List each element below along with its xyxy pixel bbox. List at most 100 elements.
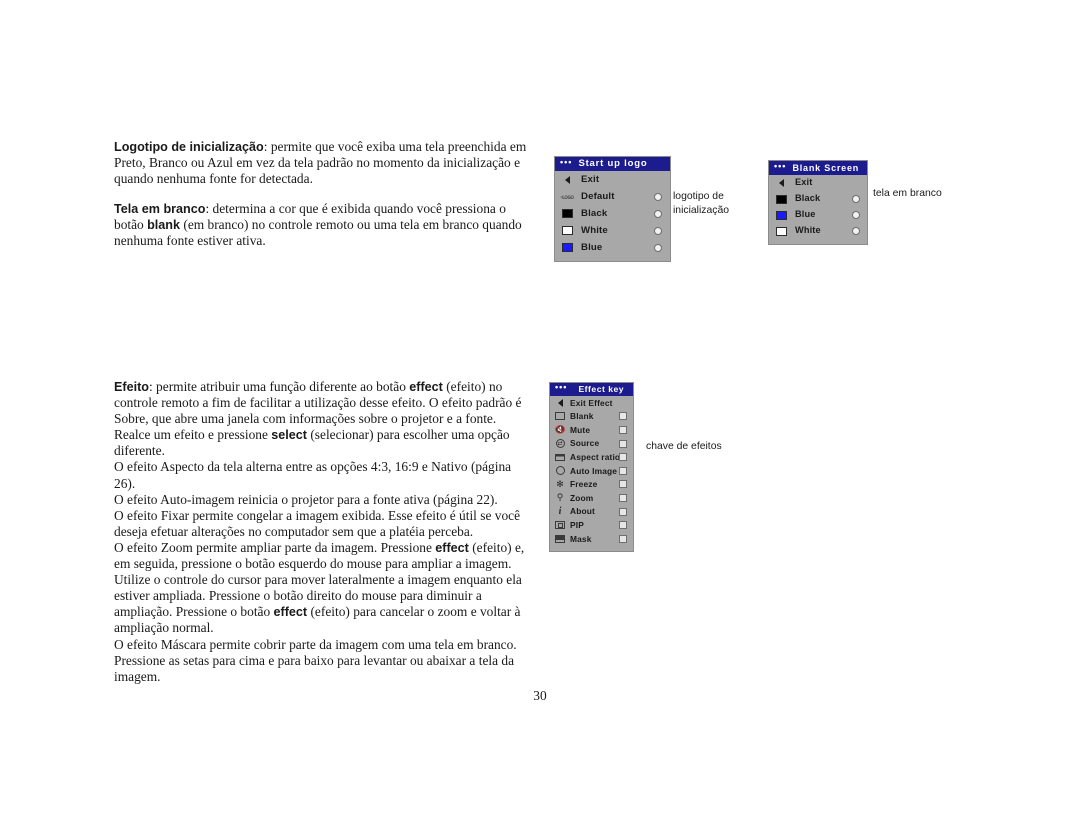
blue-swatch-icon [560,241,574,255]
osd-item-label: Mute [570,424,591,435]
osd-item-label: Black [581,207,608,219]
osd-title-bar-blank-screen: ••• Blank Screen [769,161,867,175]
menu-dots-icon: ••• [555,382,568,392]
mute-icon: 🔇 [554,424,566,434]
check-mask[interactable] [619,534,627,543]
osd-item-label: Auto Image [570,465,618,476]
back-arrow-icon [554,397,566,408]
effect-text-block: Efeito: permite atribuir uma função dife… [114,379,534,685]
paragraph-freeze: O efeito Fixar permite congelar a imagem… [114,507,521,539]
osd-panel-padding [555,256,670,261]
osd-menu-startup-logo[interactable]: ••• Start up logo Exit ▫ʟᴏɢᴏ Default Bla… [554,156,671,262]
osd-item-label: Blue [795,209,816,220]
osd-item-black[interactable]: Black [555,205,670,222]
paragraph-effect: Efeito: permite atribuir uma função dife… [114,379,534,459]
term-startup-logo: Logotipo de inicialização [114,140,264,154]
paragraph-aspect: O efeito Aspecto da tela alterna entre a… [114,459,512,491]
black-swatch-icon [560,207,574,221]
radio-white[interactable] [654,226,662,235]
check-about[interactable] [619,507,627,516]
osd-item-label: Blue [581,241,603,253]
radio-black[interactable] [852,195,860,203]
osd-item-label: Exit [795,177,813,188]
osd-panel-padding [769,239,867,244]
paragraph-effect-body: : permite atribuir uma função diferente … [114,379,522,459]
radio-blue[interactable] [852,211,860,219]
osd-item-white[interactable]: White [769,223,867,239]
osd-item-label: White [581,224,608,236]
logo-icon: ▫ʟᴏɢᴏ [560,194,574,201]
osd-item-pip[interactable]: PIP [550,518,633,532]
about-icon: i [558,505,562,517]
check-freeze[interactable] [619,480,627,489]
osd-item-black[interactable]: Black [769,191,867,207]
osd-item-label: Exit [581,173,600,185]
check-mute[interactable] [619,425,627,434]
osd-item-label: About [570,506,595,517]
osd-item-exit[interactable]: Exit [555,171,670,188]
osd-item-aspect-ratio[interactable]: Aspect ratio [550,450,633,464]
term-effect: Efeito [114,380,149,394]
white-swatch-icon [560,224,574,238]
osd-menu-blank-screen[interactable]: ••• Blank Screen Exit Black Blue White [768,160,868,245]
auto-image-icon [554,465,566,476]
osd-item-label: Aspect ratio [570,451,621,462]
osd-item-label: Source [570,438,600,449]
check-pip[interactable] [619,521,627,530]
osd-item-label: Mask [570,533,592,544]
osd-title-bar-effect-key: ••• Effect key [550,383,633,396]
osd-title-text: Start up logo [578,158,648,170]
osd-item-label: White [795,225,821,236]
source-icon: ⇄ [555,439,565,449]
osd-item-blank[interactable]: Blank [550,410,633,424]
osd-item-label: PIP [570,519,584,530]
paragraph-auto-image: O efeito Auto-imagem reinicia o projetor… [114,491,498,507]
osd-item-mask[interactable]: Mask [550,532,633,546]
osd-item-auto-image[interactable]: Auto Image [550,464,633,478]
radio-black[interactable] [654,209,662,218]
check-blank[interactable] [619,412,627,421]
osd-item-zoom[interactable]: ⚲ Zoom [550,491,633,505]
freeze-icon: ✻ [556,478,564,489]
caption-startup-logo: logotipo de inicialização [673,191,730,216]
osd-item-exit[interactable]: Exit [769,175,867,191]
mask-icon [554,533,566,544]
osd-panel-padding [550,546,633,551]
radio-blue[interactable] [654,243,662,252]
osd-title-bar-startup-logo: ••• Start up logo [555,157,670,171]
osd-item-default[interactable]: ▫ʟᴏɢᴏ Default [555,188,670,205]
osd-item-blue[interactable]: Blue [555,239,670,256]
term-blank-screen: Tela em branco [114,202,206,217]
osd-item-white[interactable]: White [555,222,670,239]
paragraph-mask: O efeito Máscara permite cobrir parte da… [114,636,517,684]
osd-title-text: Effect key [578,384,625,395]
zoom-icon: ⚲ [556,492,564,503]
aspect-ratio-icon [554,452,566,463]
osd-item-exit-effect[interactable]: Exit Effect [550,396,633,410]
caption-blank-screen: tela em branco [873,188,942,199]
check-zoom[interactable] [619,493,627,502]
osd-item-about[interactable]: i About [550,505,633,519]
check-aspect-ratio[interactable] [619,453,627,462]
paragraph-zoom: O efeito Zoom permite ampliar parte da i… [114,539,525,636]
radio-default[interactable] [654,192,662,201]
osd-item-freeze[interactable]: ✻ Freeze [550,478,633,492]
paragraph-startup-logo: Logotipo de inicialização: permite que v… [114,139,532,187]
back-arrow-icon [560,173,574,187]
osd-item-label: Black [795,193,821,204]
osd-item-blue[interactable]: Blue [769,207,867,223]
osd-item-label: Freeze [570,479,598,490]
osd-item-source[interactable]: ⇄ Source [550,437,633,451]
osd-menu-effect-key[interactable]: ••• Effect key Exit Effect Blank 🔇 Mute … [549,382,634,552]
blank-icon [554,411,566,422]
menu-dots-icon: ••• [774,160,787,171]
check-auto-image[interactable] [619,466,627,475]
radio-white[interactable] [852,227,860,235]
check-source[interactable] [619,439,627,448]
blue-swatch-icon [774,208,788,222]
paragraph-blank-screen: Tela em branco: determina a cor que é ex… [114,201,532,249]
osd-item-label: Zoom [570,492,594,503]
black-swatch-icon [774,192,788,206]
osd-item-mute[interactable]: 🔇 Mute [550,423,633,437]
caption-effect-key: chave de efeitos [646,441,722,452]
